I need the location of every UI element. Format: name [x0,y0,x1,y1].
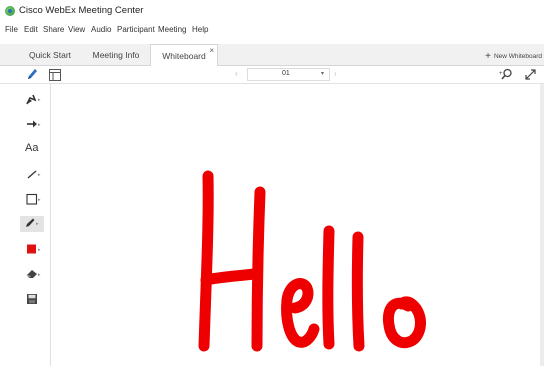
pen-tool[interactable]: ▸ [20,216,44,232]
ink-stroke [281,278,320,348]
svg-text:+: + [499,71,503,77]
menu-participant[interactable]: Participant [117,25,155,34]
new-whiteboard-button[interactable]: + New Whiteboard [485,50,542,62]
window-title: Cisco WebEx Meeting Center [19,5,144,16]
ink-stroke [251,186,266,352]
eraser-tool[interactable]: ▸ [22,267,46,283]
menu-file[interactable]: File [5,25,18,34]
tab-quick-start[interactable]: Quick Start [18,44,82,66]
tab-bar: Quick Start Meeting Info Whiteboard × + N… [0,44,544,67]
chevron-down-icon: ▾ [320,71,324,77]
pointer-tool[interactable]: ▸ [22,92,46,108]
page-number: 01 [282,70,290,77]
menu-edit[interactable]: Edit [24,25,38,34]
rectangle-icon [26,193,38,205]
tab-meeting-info[interactable]: Meeting Info [82,44,150,66]
line-icon [27,170,37,179]
whiteboard-toolbar: ‹ 01 ▾ › + [0,66,544,84]
tab-close-icon[interactable]: × [209,40,214,62]
arrow-tool[interactable]: ▸ [22,117,46,133]
tab-label: Whiteboard [162,51,206,61]
rectangle-tool[interactable]: ▸ [22,192,46,208]
drawing-tools-panel: ▸ ▸ Aa ▸ ▸ ▸ ▸ ▸ [0,84,51,366]
pen-icon [26,218,35,227]
next-page-button[interactable]: › [334,69,337,78]
plus-icon: + [485,51,491,62]
title-bar: Cisco WebEx Meeting Center [0,0,544,22]
whiteboard-canvas[interactable] [52,84,540,366]
menu-audio[interactable]: Audio [91,25,111,34]
ink-stroke [351,231,365,352]
menu-meeting[interactable]: Meeting [158,25,186,34]
webex-logo-icon [5,6,15,16]
menu-view[interactable]: View [68,25,85,34]
page-select[interactable]: 01 ▾ [247,68,330,81]
save-icon [27,294,37,304]
tab-label: Quick Start [28,50,72,60]
save-tool[interactable] [22,292,46,308]
menu-share[interactable]: Share [43,25,64,34]
ink-stroke [322,225,335,350]
text-tool-label: Aa [25,142,39,154]
freehand-drawing [198,170,426,352]
previous-page-button[interactable]: ‹ [235,69,238,78]
menu-help[interactable]: Help [192,25,208,34]
ink-stroke [200,268,260,286]
ink-stroke [198,170,214,352]
text-tool[interactable]: Aa [22,142,46,158]
vertical-scrollbar[interactable] [540,84,544,366]
new-whiteboard-label: New Whiteboard [493,53,542,60]
tab-label: Meeting Info [92,50,140,60]
menu-bar: File Edit Share View Audio Participant M… [0,22,544,40]
line-tool[interactable]: ▸ [22,167,46,183]
tab-whiteboard[interactable]: Whiteboard × [150,44,218,67]
color-swatch-icon [27,244,36,254]
ink-stroke [382,296,426,349]
color-tool[interactable]: ▸ [22,242,46,258]
arrow-icon [27,120,37,128]
